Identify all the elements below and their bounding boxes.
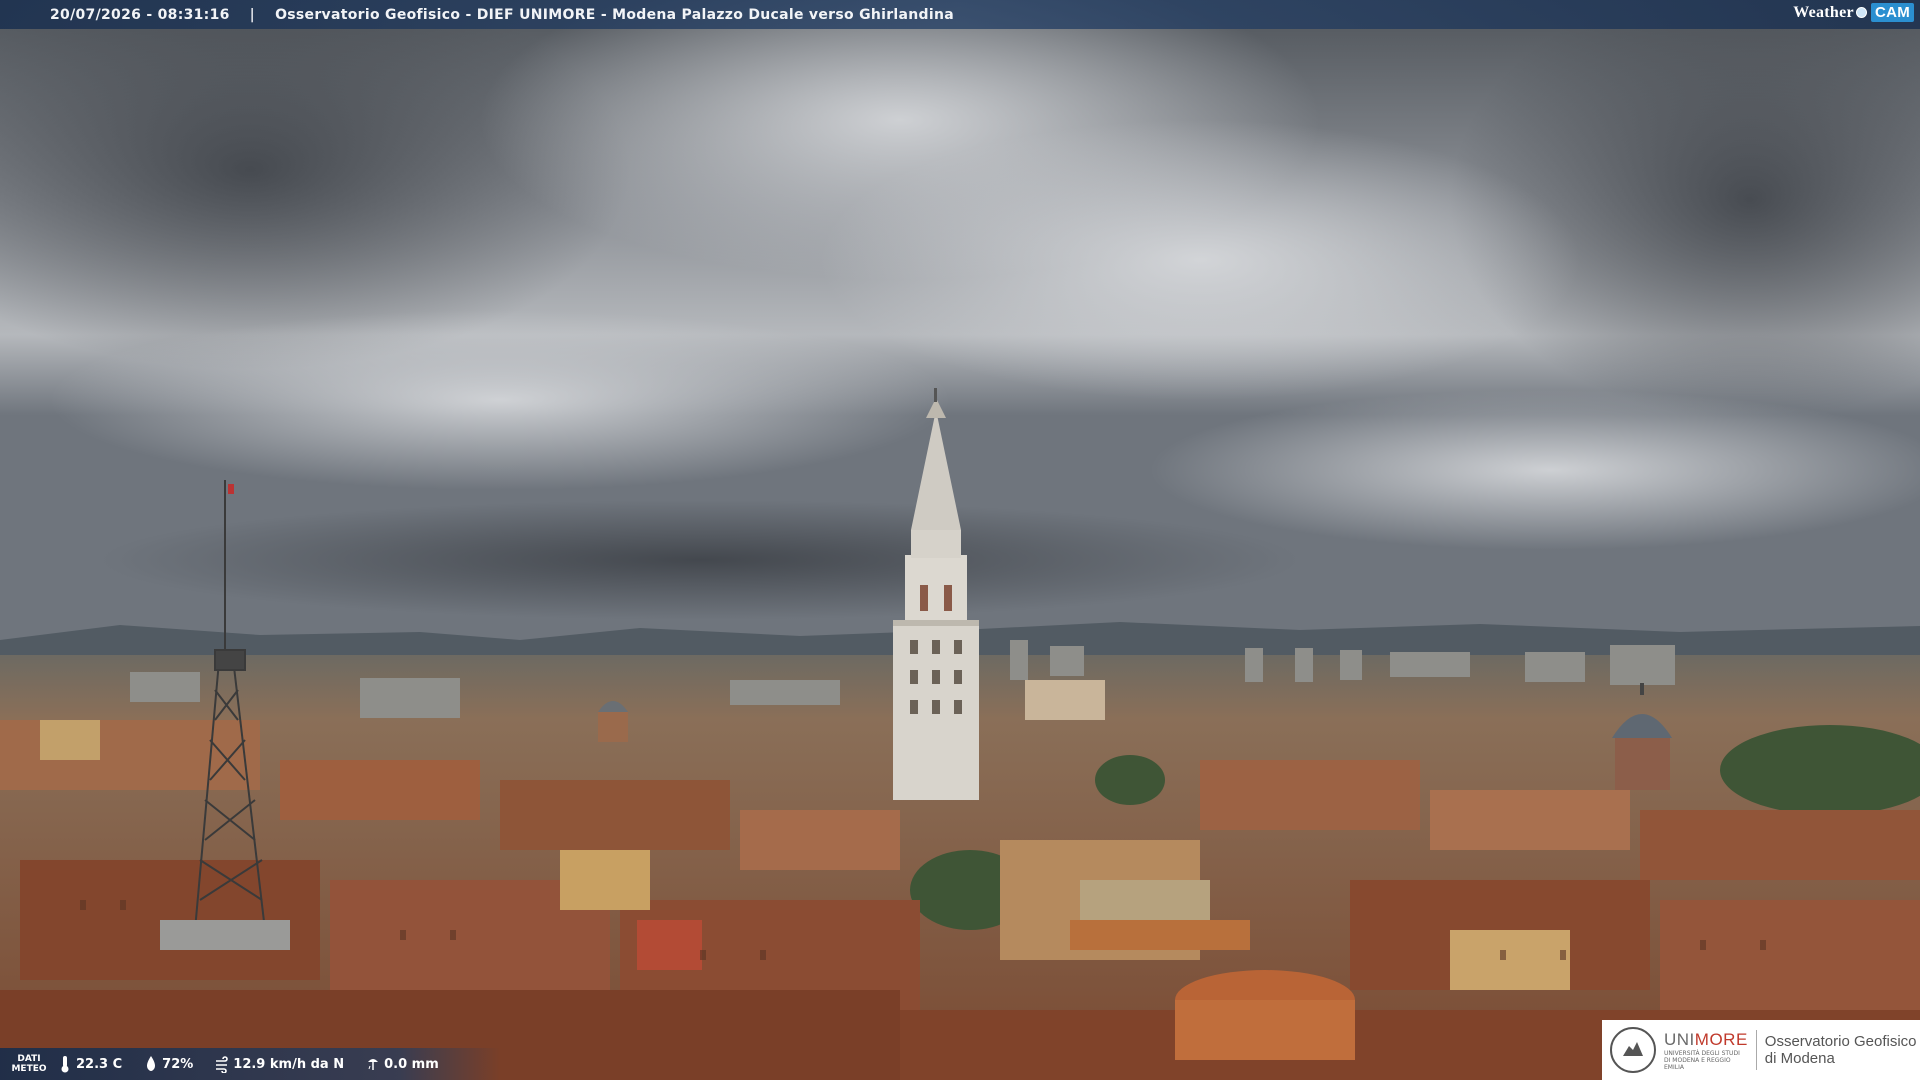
weathercam-logo: Weather CAM [1793,3,1914,22]
webcam-header-bar: 20/07/2026 - 08:31:16 | Osservatorio Geo… [0,0,1920,29]
thermometer-icon [61,1056,69,1073]
logo-divider [1755,1030,1757,1070]
weather-data-strip: DATI METEO 22.3 C 72% 12.9 km/h da N 0.0… [0,1048,500,1080]
brand-weather-text: Weather [1793,3,1854,21]
dati-meteo-label: DATI METEO [11,1054,47,1074]
lens-icon [1855,7,1867,18]
temperature-readout: 22.3 C [58,1055,122,1073]
observatory-name: Osservatorio Geofisico di Modena [1764,1033,1917,1067]
seal-emblem-icon [1623,1042,1643,1056]
rain-value: 0.0 mm [384,1056,439,1072]
humidity-readout: 72% [144,1055,193,1073]
header-separator: | [249,6,256,23]
humidity-value: 72% [162,1056,194,1072]
location-title: Osservatorio Geofisico - DIEF UNIMORE - … [275,6,954,23]
temperature-value: 22.3 C [76,1056,123,1072]
rain-readout: 0.0 mm [366,1055,439,1073]
observatory-logo-box: UNIMORE UNIVERSITÀ DEGLI STUDI DI MODENA… [1602,1020,1920,1080]
wind-icon [216,1056,229,1073]
unimore-subtitle: UNIVERSITÀ DEGLI STUDI DI MODENA E REGGI… [1664,1049,1740,1071]
droplet-icon [147,1056,156,1071]
webcam-scene [0,0,1920,1080]
wind-readout: 12.9 km/h da N [215,1055,344,1073]
brand-cam-text: CAM [1870,3,1914,22]
rain-gauge-icon [368,1059,379,1070]
university-seal-icon [1610,1027,1656,1073]
unimore-logo: UNIMORE UNIVERSITÀ DEGLI STUDI DI MODENA… [1664,1029,1748,1071]
wind-value: 12.9 km/h da N [233,1056,345,1072]
timestamp: 20/07/2026 - 08:31:16 [50,6,230,23]
